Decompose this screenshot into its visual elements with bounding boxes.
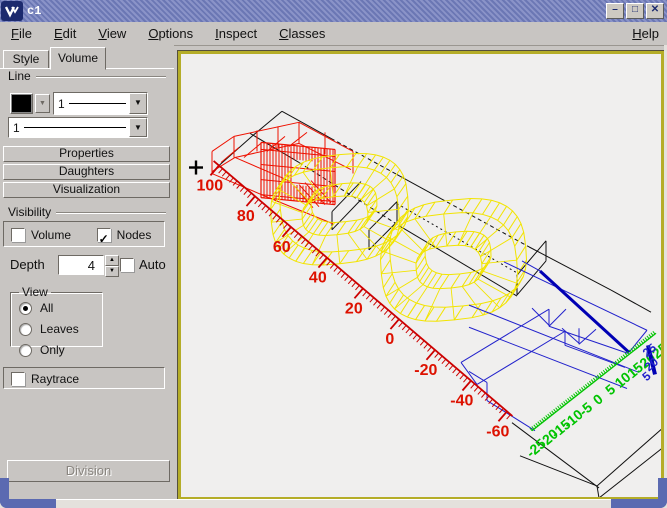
menu-edit[interactable]: Edit <box>43 24 87 43</box>
raytrace-checkbox-label: Raytrace <box>31 372 79 386</box>
line-group-label: Line <box>8 69 166 83</box>
view-only-radio[interactable] <box>19 344 32 357</box>
line-style-combobox[interactable]: 1 ▼ <box>8 117 148 138</box>
nodes-checkbox[interactable] <box>97 228 111 242</box>
daughters-button[interactable]: Daughters <box>3 164 170 180</box>
menu-view[interactable]: View <box>87 24 137 43</box>
chevron-down-icon: ▼ <box>39 100 46 107</box>
depth-spinner[interactable]: 4 <box>58 255 104 275</box>
line-style-value: 1 <box>13 121 20 135</box>
spin-down-icon[interactable]: ▼ <box>105 266 119 277</box>
red-axis: 100 80 60 40 20 0 -20 -40 -60 <box>196 161 512 440</box>
auto-checkbox-label: Auto <box>139 257 166 272</box>
menu-options[interactable]: Options <box>137 24 204 43</box>
view-groupbox: View All Leaves Only <box>10 285 103 347</box>
canvas[interactable]: 100806040200-20-40-60-25-20-15-10-505101… <box>181 54 661 497</box>
canvas-frame: 100806040200-20-40-60-25-20-15-10-505101… <box>177 50 665 501</box>
line-color-dropdown[interactable]: ▼ <box>35 94 50 113</box>
svg-text:-20: -20 <box>414 361 437 379</box>
visibility-frame: Volume Nodes <box>3 221 165 247</box>
svg-text:-60: -60 <box>486 422 509 440</box>
visualization-button[interactable]: Visualization <box>3 182 170 198</box>
raytrace-checkbox[interactable] <box>11 372 25 386</box>
view-all-label: All <box>40 301 53 315</box>
window-edge-bottom[interactable] <box>0 499 667 508</box>
line-width-sample <box>69 103 126 104</box>
maximize-button[interactable]: □ <box>626 3 644 19</box>
menu-classes[interactable]: Classes <box>268 24 336 43</box>
line-width-combobox[interactable]: 1 ▼ <box>53 92 148 115</box>
app-icon <box>1 1 23 21</box>
tab-volume[interactable]: Volume <box>50 47 106 70</box>
svg-text:100: 100 <box>196 176 223 194</box>
tab-style[interactable]: Style <box>3 50 49 69</box>
title-bar[interactable]: c1 – □ ✕ <box>0 0 667 23</box>
raytrace-frame: Raytrace <box>3 367 165 389</box>
line-color-swatch[interactable] <box>10 93 33 114</box>
svg-text:80: 80 <box>237 207 255 225</box>
app-window: c1 – □ ✕ File Edit View Options Inspect … <box>0 0 667 508</box>
window-title: c1 <box>27 4 41 18</box>
menu-help[interactable]: Help <box>624 24 667 43</box>
depth-spin-buttons: ▲ ▼ <box>105 255 119 275</box>
letter-t-wireframe <box>461 261 647 431</box>
svg-text:40: 40 <box>309 269 327 287</box>
cross-cursor-marker <box>189 160 203 174</box>
resize-corner-bottom-right-v[interactable] <box>658 478 667 508</box>
chevron-down-icon[interactable]: ▼ <box>129 93 147 114</box>
properties-button[interactable]: Properties <box>3 146 170 162</box>
geometry-scene: 100806040200-20-40-60-25-20-15-10-505101… <box>181 54 661 497</box>
view-leaves-radio[interactable] <box>19 323 32 336</box>
chevron-v-icon <box>4 4 20 18</box>
svg-text:0: 0 <box>385 330 394 348</box>
resize-corner-bottom-left-v[interactable] <box>0 478 9 508</box>
auto-checkbox[interactable] <box>120 258 134 272</box>
menu-bar: File Edit View Options Inspect Classes H… <box>0 22 667 46</box>
spin-up-icon[interactable]: ▲ <box>105 255 119 266</box>
volume-editor-panel: Style Volume Line ▼ 1 ▼ 1 ▼ Properties D… <box>0 45 174 508</box>
visibility-group-label: Visibility <box>8 205 166 219</box>
minimize-button[interactable]: – <box>606 3 624 19</box>
volume-checkbox-label: Volume <box>31 228 71 242</box>
line-width-value: 1 <box>58 97 65 111</box>
menu-file[interactable]: File <box>0 24 43 43</box>
view-group-label: View <box>19 285 51 299</box>
view-only-label: Only <box>40 343 65 357</box>
svg-text:0: 0 <box>590 390 606 407</box>
view-all-radio[interactable] <box>19 302 32 315</box>
line-style-sample <box>24 127 126 128</box>
svg-text:60: 60 <box>273 238 291 256</box>
close-button[interactable]: ✕ <box>646 3 664 19</box>
nodes-checkbox-label: Nodes <box>117 228 152 242</box>
view-leaves-label: Leaves <box>40 322 79 336</box>
division-button[interactable]: Division <box>7 460 170 482</box>
menu-inspect[interactable]: Inspect <box>204 24 268 43</box>
depth-label: Depth <box>10 257 45 272</box>
svg-text:-40: -40 <box>450 392 473 410</box>
chevron-down-icon[interactable]: ▼ <box>129 118 147 137</box>
volume-checkbox[interactable] <box>11 228 25 242</box>
svg-text:20: 20 <box>345 299 363 317</box>
